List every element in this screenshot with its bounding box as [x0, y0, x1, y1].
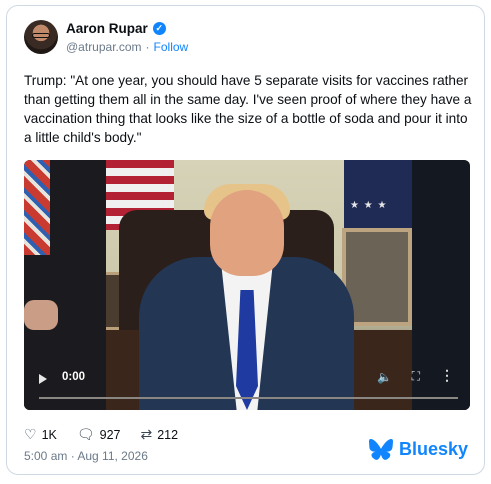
fullscreen-icon[interactable]: ⛶ [412, 369, 420, 384]
follow-button[interactable]: Follow [154, 40, 189, 54]
bluesky-brand[interactable]: Bluesky [368, 439, 468, 460]
avatar[interactable] [24, 20, 58, 54]
video-progress-bar[interactable] [39, 397, 458, 399]
video-time: 0:00 [62, 371, 86, 383]
reply-button[interactable]: 🗨 927 [77, 426, 121, 443]
separator: · [145, 40, 150, 54]
verified-icon: ✓ [152, 22, 166, 35]
comment-icon: 🗨 [76, 426, 95, 442]
volume-icon[interactable]: 🔈 [377, 370, 392, 384]
post-text: Trump: "At one year, you should have 5 s… [24, 73, 472, 145]
repost-count: 212 [157, 427, 179, 442]
author-name[interactable]: Aaron Rupar [66, 21, 148, 36]
post-card: Aaron Rupar ✓ @atrupar.com · Follow Trum… [6, 5, 485, 475]
like-button[interactable]: ♡ 1K [24, 426, 57, 443]
repost-icon: ⇄ [140, 426, 153, 442]
heart-icon: ♡ [24, 426, 37, 442]
engagement-bar: ♡ 1K 🗨 927 ⇄ 212 [24, 426, 178, 443]
post-timestamp[interactable]: 5:00 am · Aug 11, 2026 [24, 449, 148, 463]
repost-button[interactable]: ⇄ 212 [141, 426, 179, 443]
bluesky-wordmark: Bluesky [398, 439, 468, 459]
butterfly-icon [368, 439, 393, 460]
handle-row: @atrupar.com · Follow [66, 40, 188, 54]
reply-count: 927 [99, 427, 121, 442]
like-count: 1K [41, 427, 57, 442]
more-icon[interactable]: ⋮ [440, 367, 454, 384]
video-player[interactable]: 0:00 🔈 ⛶ ⋮ [24, 160, 470, 410]
author-row: Aaron Rupar ✓ [66, 21, 166, 36]
author-handle[interactable]: @atrupar.com [66, 40, 142, 54]
play-icon[interactable] [39, 374, 47, 384]
video-controls: 0:00 🔈 ⛶ ⋮ [24, 366, 470, 410]
